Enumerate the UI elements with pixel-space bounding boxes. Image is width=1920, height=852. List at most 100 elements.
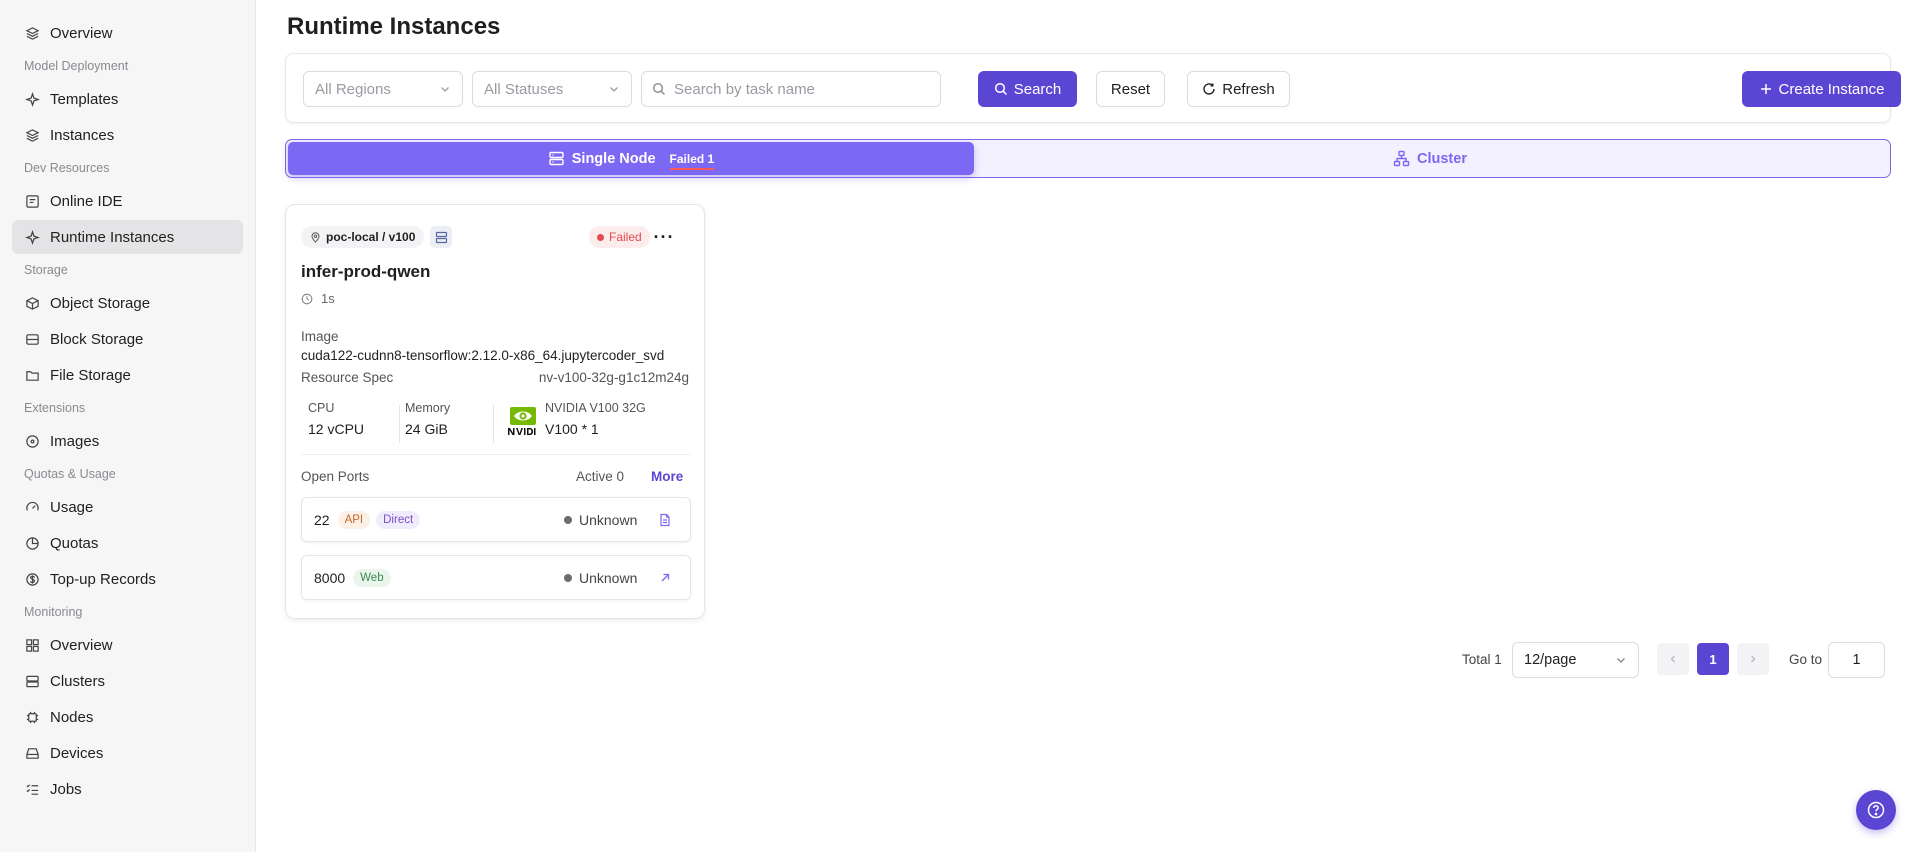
sparkle-icon — [24, 91, 40, 107]
chevron-right-icon — [1751, 655, 1756, 663]
divider — [493, 405, 494, 443]
server-icon — [549, 151, 564, 166]
tab-single-node[interactable]: Single Node Failed 1 — [288, 142, 974, 175]
memory-block: Memory 24 GiB — [405, 401, 450, 447]
reset-button[interactable]: Reset — [1096, 71, 1165, 107]
more-ports-link[interactable]: More — [651, 469, 683, 484]
sidebar-section-quotas-usage: Quotas & Usage — [24, 467, 116, 481]
folder-icon — [24, 367, 40, 383]
disc-icon — [24, 433, 40, 449]
divider — [399, 405, 400, 443]
sidebar-item-block-storage[interactable]: Block Storage — [12, 322, 243, 356]
port-tag-web: Web — [353, 568, 391, 587]
sidebar-item-label: Object Storage — [50, 294, 151, 312]
page-size-select[interactable]: 12/page — [1512, 642, 1639, 678]
instance-card[interactable]: poc-local / v100 Failed ··· infer-prod-q… — [285, 204, 705, 619]
help-button[interactable] — [1856, 790, 1896, 830]
image-value: cuda122-cudnn8-tensorflow:2.12.0-x86_64.… — [301, 348, 665, 363]
resource-spec-label: Resource Spec — [301, 370, 394, 385]
sidebar-item-label: Templates — [50, 90, 119, 108]
list-check-icon — [24, 781, 40, 797]
sidebar-item-label: File Storage — [50, 366, 131, 384]
sidebar-section-monitoring: Monitoring — [24, 605, 83, 619]
port-number: 22 — [314, 511, 330, 528]
sidebar-item-label: Overview — [50, 636, 113, 654]
resource-spec-value: nv-v100-32g-g1c12m24g — [538, 370, 689, 385]
port-tag-direct: Direct — [376, 510, 421, 529]
sidebar-item-label: Quotas — [50, 534, 99, 552]
region-select-placeholder: All Regions — [315, 80, 391, 98]
sidebar-item-top-up-records[interactable]: Top-up Records — [12, 562, 243, 596]
sidebar-item-file-storage[interactable]: File Storage — [12, 358, 243, 392]
sidebar-item-label: Usage — [50, 498, 94, 516]
sidebar-item-jobs[interactable]: Jobs — [12, 772, 243, 806]
create-instance-button[interactable]: Create Instance — [1742, 71, 1901, 107]
create-instance-button-label: Create Instance — [1778, 80, 1885, 98]
server-icon — [435, 231, 447, 243]
sidebar-item-usage[interactable]: Usage — [12, 490, 243, 524]
cube-icon — [24, 295, 40, 311]
cpu-block: CPU 12 vCPU — [308, 401, 364, 447]
block-icon — [24, 331, 40, 347]
main-content: Runtime Instances All Regions All Status… — [256, 0, 1920, 852]
status-text: Failed — [609, 230, 642, 244]
search-placeholder: Search by task name — [674, 80, 815, 98]
sidebar-item-quotas[interactable]: Quotas — [12, 526, 243, 560]
port-status: Unknown — [564, 570, 637, 586]
next-page-button[interactable] — [1737, 643, 1769, 675]
sidebar-item-monitoring-overview[interactable]: Overview — [12, 628, 243, 662]
layers-icon — [24, 127, 40, 143]
search-button[interactable]: Search — [978, 71, 1077, 107]
server-icon — [24, 673, 40, 689]
sidebar-item-templates[interactable]: Templates — [12, 82, 243, 116]
instance-name[interactable]: infer-prod-qwen — [301, 262, 430, 282]
prev-page-button[interactable] — [1657, 643, 1689, 675]
sidebar-item-instances[interactable]: Instances — [12, 118, 243, 152]
sidebar-item-online-ide[interactable]: Online IDE — [12, 184, 243, 218]
port-row[interactable]: 8000 Web Unknown — [301, 555, 691, 600]
document-icon[interactable] — [656, 511, 674, 529]
chevron-down-icon — [610, 87, 618, 92]
reset-button-label: Reset — [1110, 80, 1151, 98]
location-chip: poc-local / v100 — [301, 226, 425, 248]
port-row[interactable]: 22 API Direct Unknown — [301, 497, 691, 542]
refresh-button[interactable]: Refresh — [1187, 71, 1290, 107]
sidebar-item-label: Online IDE — [50, 192, 123, 210]
sidebar-item-label: Jobs — [50, 780, 82, 798]
pagination-total: Total 1 — [1462, 652, 1502, 667]
refresh-icon — [1203, 83, 1215, 95]
age-text: 1s — [321, 291, 335, 306]
port-status: Unknown — [564, 512, 637, 528]
sparkle-icon — [24, 229, 40, 245]
sidebar-item-label: Top-up Records — [50, 570, 156, 588]
sidebar-item-clusters[interactable]: Clusters — [12, 664, 243, 698]
chevron-down-icon — [441, 87, 449, 92]
refresh-button-label: Refresh — [1222, 80, 1275, 98]
sidebar: Overview Model Deployment Templates Inst… — [0, 0, 256, 852]
sidebar-item-devices[interactable]: Devices — [12, 736, 243, 770]
more-actions-icon[interactable]: ··· — [653, 226, 675, 248]
drive-icon — [24, 745, 40, 761]
gpu-block: NVIDIA V100 32G V100 * 1 — [497, 401, 691, 447]
external-link-icon[interactable] — [656, 569, 674, 587]
port-status-text: Unknown — [579, 511, 638, 528]
chip-icon — [24, 709, 40, 725]
tab-cluster[interactable]: Cluster — [974, 142, 1886, 175]
sidebar-item-runtime-instances[interactable]: Runtime Instances — [12, 220, 243, 254]
goto-page-input[interactable]: 1 — [1828, 642, 1885, 678]
search-button-label: Search — [1013, 80, 1062, 98]
sidebar-item-label: Runtime Instances — [50, 228, 175, 246]
sidebar-item-images[interactable]: Images — [12, 424, 243, 458]
sidebar-item-nodes[interactable]: Nodes — [12, 700, 243, 734]
page-title: Runtime Instances — [287, 13, 501, 40]
search-input[interactable]: Search by task name — [641, 71, 941, 107]
clock-icon — [301, 293, 313, 304]
cpu-value: 12 vCPU — [308, 421, 365, 437]
sidebar-item-object-storage[interactable]: Object Storage — [12, 286, 243, 320]
memory-value: 24 GiB — [405, 421, 448, 437]
status-select[interactable]: All Statuses — [472, 71, 632, 107]
sidebar-item-overview[interactable]: Overview — [12, 16, 243, 50]
page-button-current[interactable]: 1 — [1697, 643, 1729, 675]
cpu-label: CPU — [308, 401, 335, 415]
region-select[interactable]: All Regions — [303, 71, 463, 107]
